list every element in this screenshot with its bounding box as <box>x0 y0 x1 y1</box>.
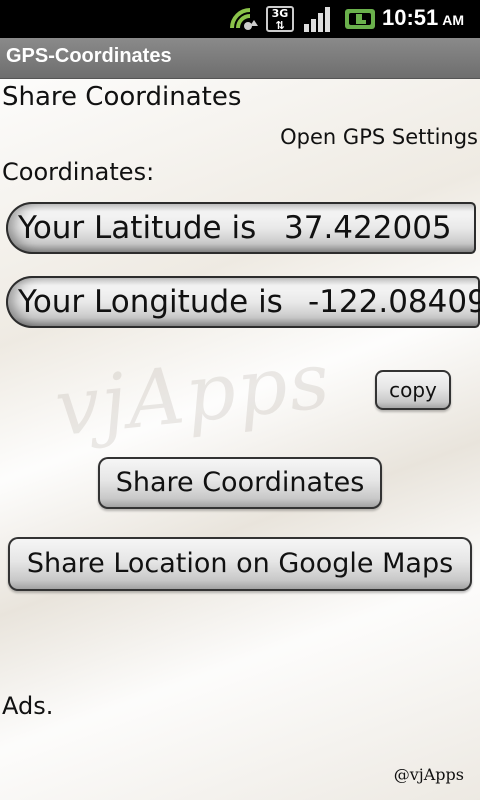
page-heading: Share Coordinates <box>2 82 242 112</box>
share-location-maps-button[interactable]: Share Location on Google Maps <box>8 537 472 591</box>
open-gps-settings-link[interactable]: Open GPS Settings <box>280 125 478 149</box>
developer-credit: @vjApps <box>393 765 464 784</box>
app-title: GPS-Coordinates <box>6 45 172 67</box>
share-coordinates-button[interactable]: Share Coordinates <box>98 457 382 509</box>
longitude-label: Your Longitude is <box>18 284 283 320</box>
signal-strength-icon <box>304 7 330 32</box>
status-bar: 3G ⇅ 10:51 AM <box>0 0 480 38</box>
latitude-display: Your Latitude is 37.422005 <box>6 202 476 254</box>
longitude-display: Your Longitude is -122.084095 <box>6 276 480 328</box>
longitude-value: -122.084095 <box>308 284 480 320</box>
latitude-label: Your Latitude is <box>18 210 257 246</box>
app-title-bar: GPS-Coordinates <box>0 38 480 79</box>
clock: 10:51 AM <box>382 5 465 30</box>
3g-data-icon: 3G ⇅ <box>266 6 294 32</box>
ads-placeholder: Ads. <box>2 692 54 720</box>
wifi-sync-icon <box>230 8 258 30</box>
latitude-value: 37.422005 <box>284 210 452 246</box>
battery-charging-icon <box>345 9 375 29</box>
coordinates-label: Coordinates: <box>2 158 155 186</box>
copy-button[interactable]: copy <box>375 370 451 410</box>
